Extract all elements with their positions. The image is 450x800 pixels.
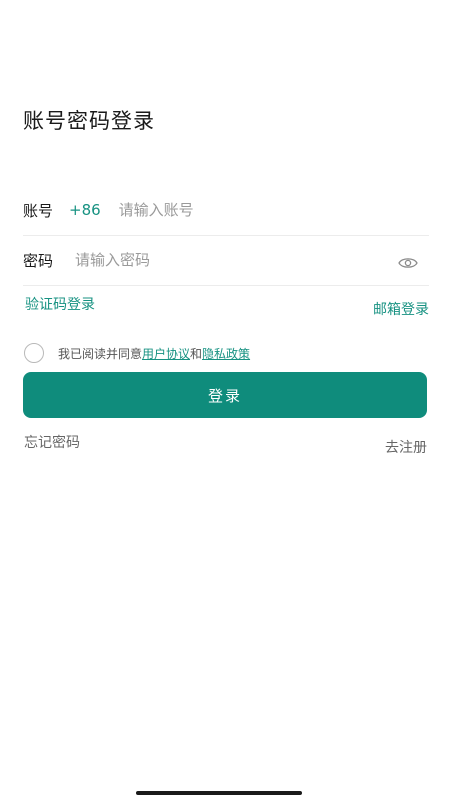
country-code-selector[interactable]: +86: [69, 201, 101, 219]
agreement-checkbox[interactable]: [24, 343, 44, 363]
agreement-conjunction: 和: [190, 346, 203, 361]
login-button[interactable]: 登录: [23, 372, 427, 418]
home-indicator: [136, 791, 302, 795]
user-agreement-link[interactable]: 用户协议: [142, 345, 190, 362]
forgot-password-link[interactable]: 忘记密码: [24, 432, 80, 452]
account-input[interactable]: [118, 195, 429, 225]
email-login-link[interactable]: 邮箱登录: [373, 299, 429, 319]
agreement-row: 我已阅读并同意 用户协议 和 隐私政策: [24, 342, 250, 364]
alt-login-links: 验证码登录 邮箱登录: [23, 290, 429, 319]
eye-icon[interactable]: [397, 252, 419, 274]
agreement-prefix: 我已阅读并同意: [58, 346, 143, 361]
password-input[interactable]: [75, 245, 397, 275]
page-title: 账号密码登录: [23, 109, 155, 133]
register-link[interactable]: 去注册: [385, 437, 427, 457]
eye-icon-graphic: [398, 258, 418, 268]
sms-login-link[interactable]: 验证码登录: [25, 294, 95, 314]
privacy-policy-link[interactable]: 隐私政策: [202, 345, 250, 362]
password-row: 密码: [23, 235, 429, 286]
password-label: 密码: [23, 251, 54, 270]
account-label: 账号: [23, 201, 54, 220]
account-row: 账号 +86: [23, 185, 429, 236]
